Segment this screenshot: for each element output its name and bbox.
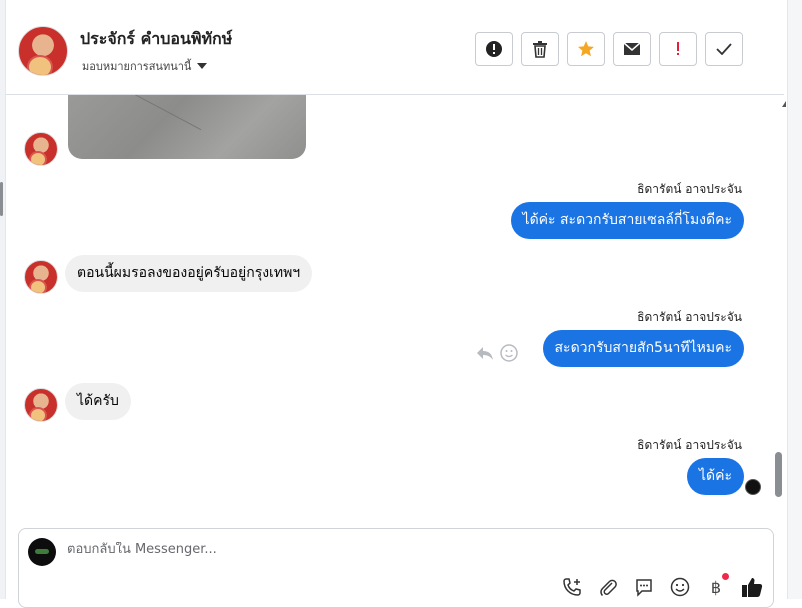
important-icon (677, 42, 679, 55)
saved-reply-button[interactable] (633, 576, 655, 598)
reply-icon[interactable] (476, 345, 494, 361)
incoming-message[interactable]: ได้ครับ (65, 383, 131, 420)
incoming-message[interactable]: ตอนนี้ผมรอลงของอยู่ครับอยู่กรุงเทพฯ (65, 255, 313, 292)
seen-indicator-avatar (745, 479, 761, 495)
assign-conversation-dropdown[interactable]: มอบหมายการสนทนานี้ (82, 57, 208, 75)
mark-done-button[interactable] (705, 32, 743, 66)
message-actions (476, 344, 518, 362)
panel-resize-handle[interactable] (0, 182, 3, 216)
payment-button[interactable]: ฿ (705, 573, 729, 598)
contact-avatar[interactable] (18, 26, 68, 76)
react-emoji-icon[interactable] (500, 344, 518, 362)
mail-icon (623, 42, 641, 55)
emoji-icon (670, 577, 690, 597)
emoji-button[interactable] (669, 576, 691, 598)
contact-avatar-small (24, 132, 58, 166)
call-add-icon (563, 578, 581, 596)
delete-button[interactable] (521, 32, 559, 66)
reply-composer: ฿ (18, 528, 774, 608)
assign-label: มอบหมายการสนทนานี้ (82, 60, 192, 73)
outgoing-message[interactable]: ได้ค่ะ สะดวกรับสายเซลล์กี่โมงดีคะ (510, 202, 744, 239)
important-button[interactable] (659, 32, 697, 66)
star-icon (578, 41, 594, 57)
sender-name: ธิดารัตน์ อาจประจัน (637, 182, 742, 196)
right-scrollbar-track[interactable] (787, 0, 802, 599)
sender-name: ธิดารัตน์ อาจประจัน (637, 438, 742, 452)
report-button[interactable] (475, 32, 513, 66)
report-icon (486, 41, 502, 57)
contact-avatar-small (24, 388, 58, 422)
attach-button[interactable] (597, 576, 619, 598)
mark-unread-button[interactable] (613, 32, 651, 66)
like-icon (742, 578, 763, 597)
attachment-icon (600, 579, 617, 597)
contact-name[interactable]: ประจักร์ คำบอนพิทักษ์ (80, 27, 232, 52)
composer-actions: ฿ (561, 573, 763, 598)
saved-reply-icon (636, 579, 652, 597)
image-message[interactable] (68, 95, 306, 159)
scroll-up-arrow-icon[interactable] (782, 101, 786, 107)
caret-down-icon (197, 63, 208, 69)
outgoing-message[interactable]: สะดวกรับสายสัก5นาทีไหมคะ (542, 330, 744, 367)
contact-avatar-small (24, 260, 58, 294)
notification-dot (722, 573, 729, 580)
message-thread[interactable]: ธิดารัตน์ อาจประจัน ได้ค่ะ สะดวกรับสายเซ… (6, 95, 786, 515)
outgoing-message[interactable]: ได้ค่ะ (686, 458, 744, 495)
baht-icon: ฿ (710, 577, 722, 597)
like-button[interactable] (741, 576, 763, 598)
reply-input[interactable] (67, 542, 547, 557)
conversation-toolbar (475, 32, 743, 66)
trash-icon (533, 41, 547, 58)
conversation-header: ประจักร์ คำบอนพิทักษ์ มอบหมายการสนทนานี้ (6, 8, 784, 95)
sender-name: ธิดารัตน์ อาจประจัน (637, 310, 742, 324)
page-avatar (28, 538, 56, 566)
scrollbar-thumb[interactable] (775, 452, 782, 497)
check-icon (716, 43, 732, 55)
star-button[interactable] (567, 32, 605, 66)
call-add-button[interactable] (561, 576, 583, 598)
